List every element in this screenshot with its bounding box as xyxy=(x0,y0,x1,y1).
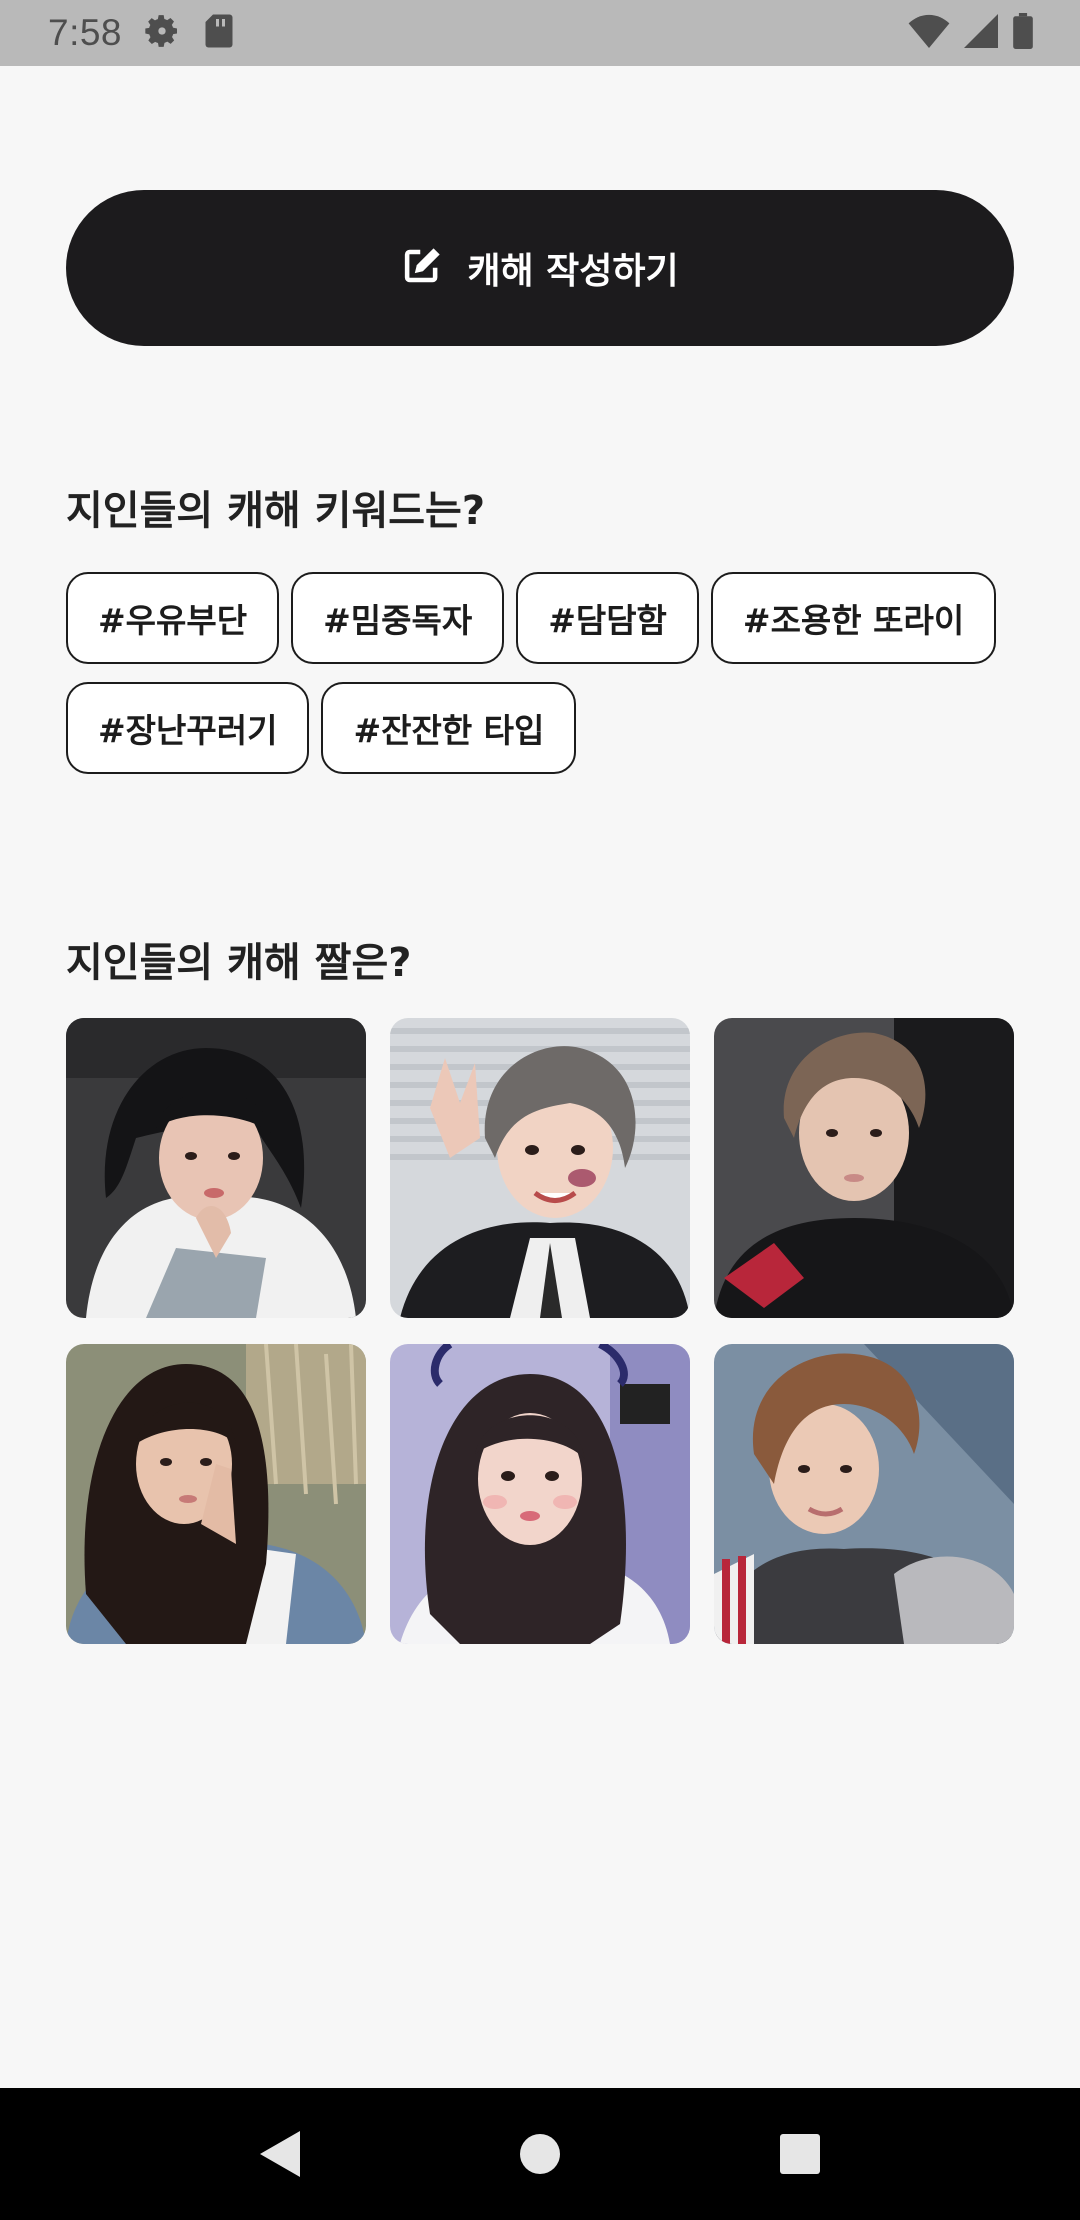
keyword-chip[interactable]: #잔잔한 타입 xyxy=(321,682,577,774)
photo-4[interactable] xyxy=(66,1344,366,1644)
photo-5[interactable] xyxy=(390,1344,690,1644)
signal-icon xyxy=(964,14,998,52)
battery-icon xyxy=(1012,13,1034,53)
settings-icon xyxy=(142,11,182,55)
photo-grid xyxy=(66,1018,1014,1644)
photo-3[interactable] xyxy=(714,1018,1014,1318)
write-review-button[interactable]: 캐해 작성하기 xyxy=(66,190,1014,346)
keywords-section-title: 지인들의 캐해 키워드는? xyxy=(66,488,486,534)
photo-1[interactable] xyxy=(66,1018,366,1318)
photo-2[interactable] xyxy=(390,1018,690,1318)
status-bar: 7:58 xyxy=(0,0,1080,66)
status-time: 7:58 xyxy=(48,12,123,53)
edit-icon xyxy=(401,245,443,291)
keyword-chip[interactable]: #우유부단 xyxy=(66,572,280,664)
navigation-bar xyxy=(0,2088,1080,2220)
photo-6[interactable] xyxy=(714,1344,1014,1644)
back-icon[interactable] xyxy=(250,2124,310,2184)
keyword-chips: #우유부단 #밈중독자 #담담함 #조용한 또라이 #장난꾸러기 #잔잔한 타입 xyxy=(66,572,1014,774)
wifi-icon xyxy=(908,14,950,52)
recents-icon[interactable] xyxy=(770,2124,830,2184)
keyword-chip[interactable]: #장난꾸러기 xyxy=(66,682,310,774)
keyword-chip[interactable]: #담담함 xyxy=(516,572,699,664)
sd-card-icon xyxy=(204,13,234,53)
photos-section-title: 지인들의 캐해 짤은? xyxy=(66,940,412,986)
write-button-label: 캐해 작성하기 xyxy=(467,251,679,292)
keyword-chip[interactable]: #조용한 또라이 xyxy=(710,572,997,664)
keyword-chip[interactable]: #밈중독자 xyxy=(291,572,505,664)
home-icon[interactable] xyxy=(510,2124,570,2184)
